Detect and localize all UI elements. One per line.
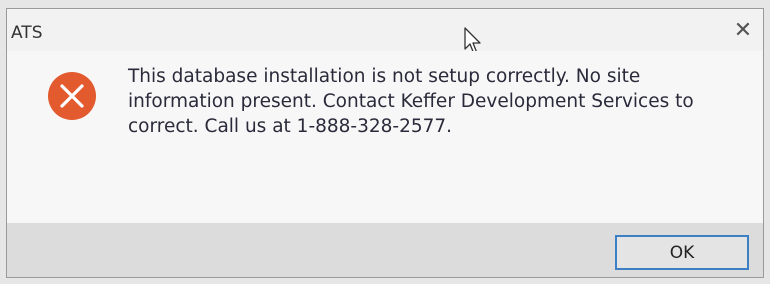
error-icon: [48, 72, 96, 120]
error-message: This database installation is not setup …: [128, 66, 694, 137]
ok-button[interactable]: OK: [615, 235, 749, 270]
dialog-footer: OK: [7, 223, 763, 277]
error-dialog: ATS ✕ This database installation is not …: [6, 8, 764, 278]
close-icon[interactable]: ✕: [731, 19, 755, 43]
dialog-title: ATS: [11, 23, 43, 43]
